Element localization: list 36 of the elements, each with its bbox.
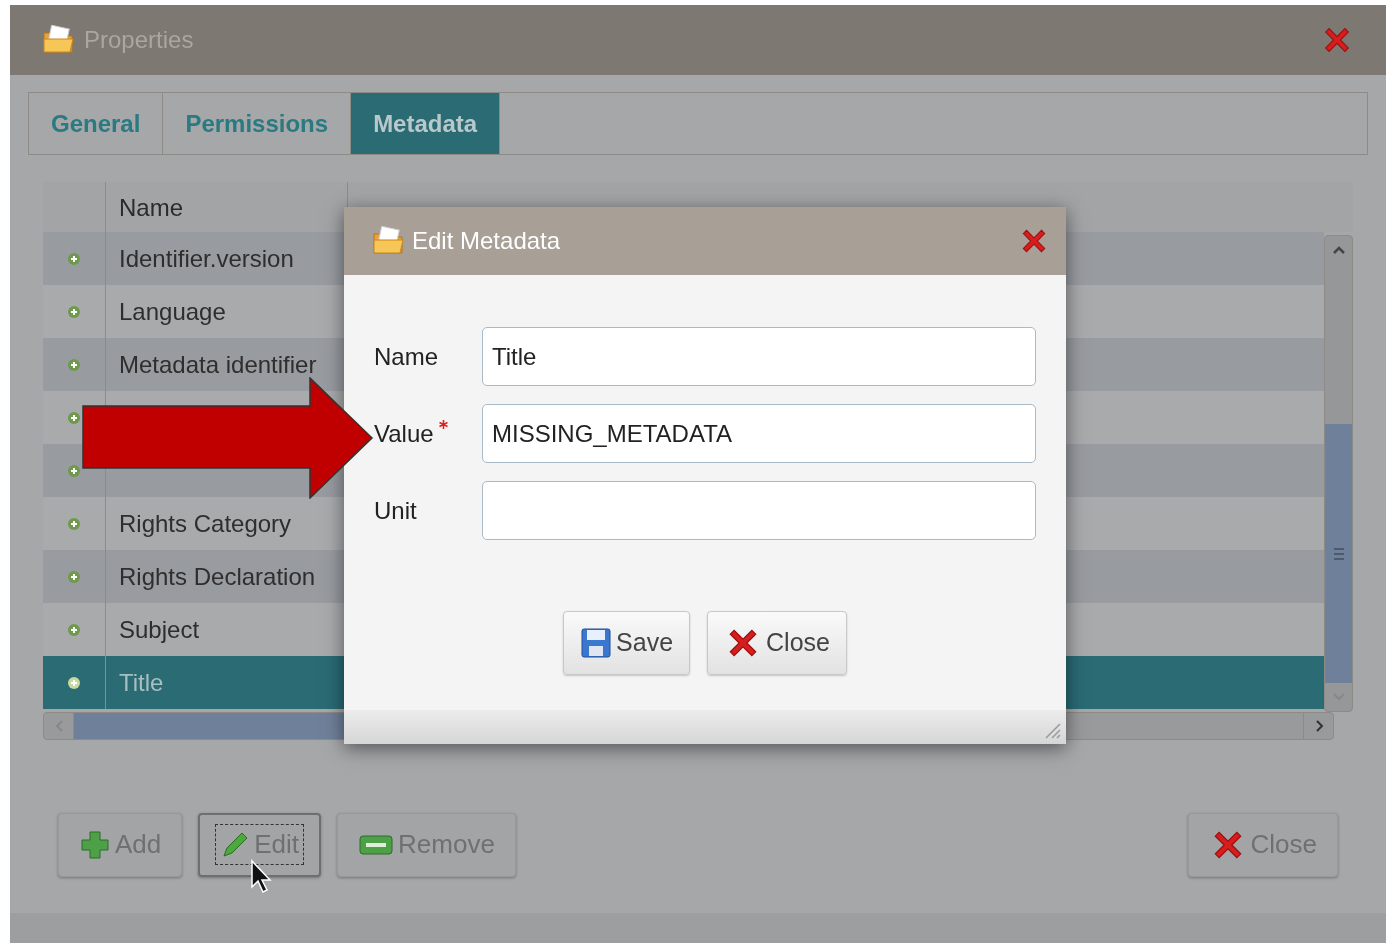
- plus-icon[interactable]: [67, 463, 81, 478]
- table-cell-text: Rights Category: [118, 508, 292, 539]
- grip-icon: [1332, 545, 1345, 562]
- plus-icon[interactable]: [67, 569, 81, 584]
- plus-icon[interactable]: [67, 410, 81, 425]
- field-label: Value: [374, 418, 434, 449]
- close-button[interactable]: Close: [707, 611, 847, 675]
- scrollbar-thumb[interactable]: [1325, 424, 1352, 683]
- plus-icon[interactable]: [67, 304, 81, 319]
- tab[interactable]: General: [29, 93, 164, 154]
- field-label: Name: [374, 341, 439, 372]
- plus-icon[interactable]: [67, 622, 81, 637]
- folder-icon: [42, 25, 76, 55]
- plus-icon[interactable]: [67, 251, 81, 266]
- text-field[interactable]: MISSING_METADATA: [482, 404, 1036, 463]
- minus-icon: [358, 832, 395, 857]
- plus-icon[interactable]: [67, 675, 81, 690]
- plus-icon[interactable]: [67, 357, 81, 372]
- save-button[interactable]: Save: [563, 611, 691, 675]
- field-label: Unit: [374, 495, 417, 526]
- scrollbar[interactable]: [1324, 235, 1353, 712]
- table-cell-text: Title: [118, 667, 164, 698]
- tab[interactable]: Metadata: [351, 93, 501, 154]
- plus-icon: [79, 828, 111, 861]
- chevron-up-icon[interactable]: [1331, 245, 1346, 255]
- text-field[interactable]: [482, 481, 1036, 540]
- text-field[interactable]: Title: [482, 327, 1036, 386]
- table-cell-text: Subject: [118, 614, 200, 645]
- dialog-title: Edit Metadata: [412, 226, 562, 256]
- chevron-right-icon[interactable]: [1313, 719, 1324, 733]
- table-cell-text: Language: [118, 296, 226, 327]
- folder-icon: [372, 226, 406, 256]
- plus-icon[interactable]: [67, 516, 81, 531]
- table-cell-text: Rights Declaration: [118, 561, 316, 592]
- table-cell-text: Identifier.version: [118, 243, 294, 274]
- table-cell-text: Metadata identifier: [118, 349, 317, 380]
